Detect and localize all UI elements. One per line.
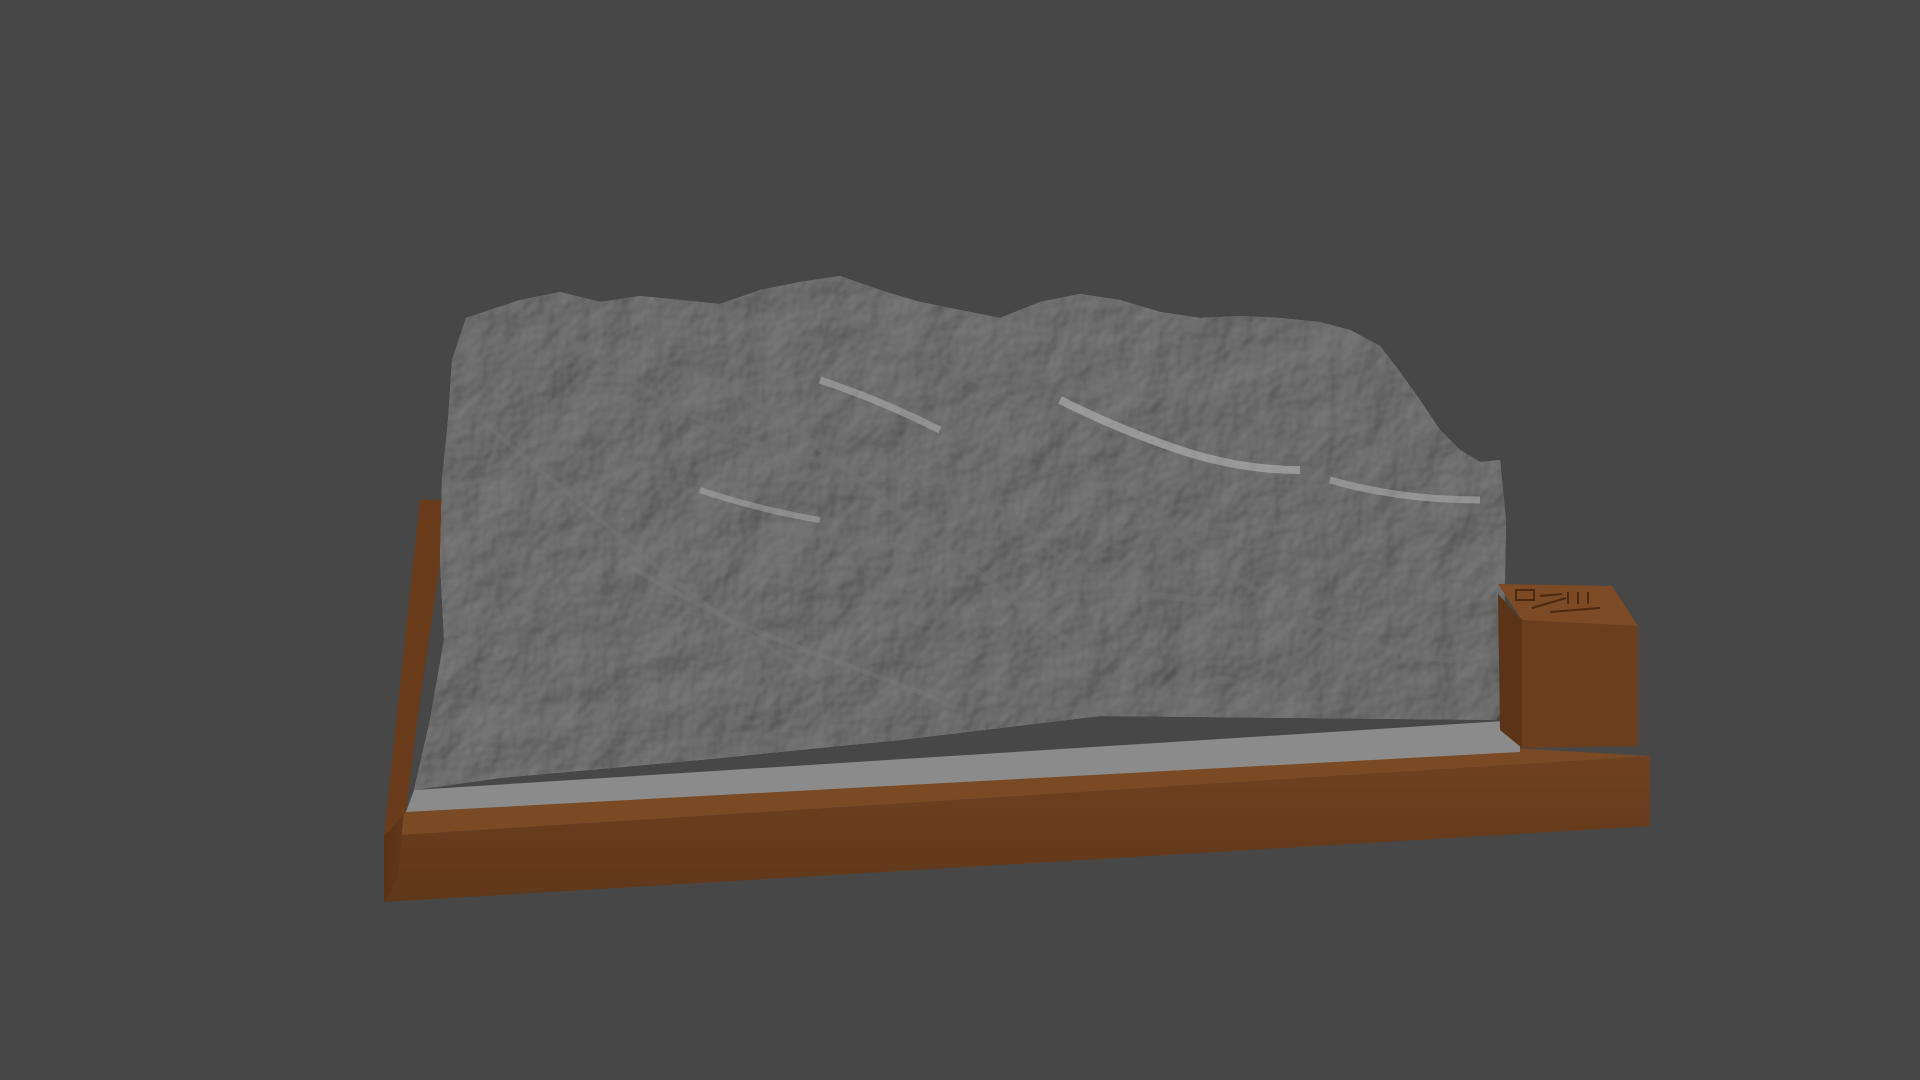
3d-viewport[interactable] bbox=[0, 0, 1920, 1080]
legend-block-front bbox=[1522, 620, 1638, 748]
terrain-model-scene[interactable] bbox=[0, 0, 1920, 1080]
legend-block[interactable] bbox=[1498, 584, 1638, 748]
legend-block-side bbox=[1498, 594, 1522, 748]
